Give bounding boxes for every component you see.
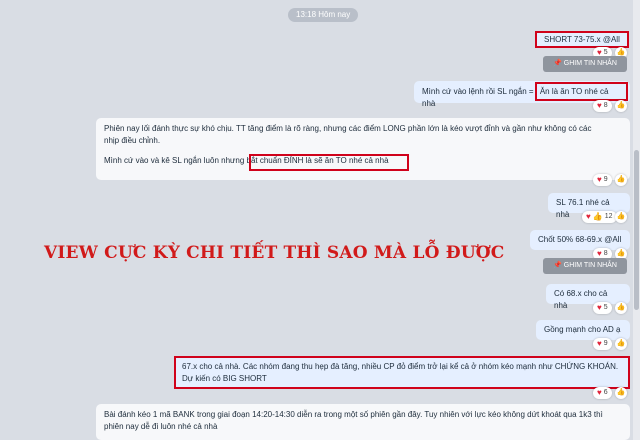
reaction-badge[interactable]: ♥ 8 xyxy=(593,100,612,112)
message-text: Bài đánh kéo 1 mã BANK trong giai đoạn 1… xyxy=(104,410,603,419)
overlay-caption: VIEW CỰC KỲ CHI TIẾT THÌ SAO MÀ LỖ ĐƯỢC xyxy=(44,243,505,263)
thumbs-up-icon: 👍 xyxy=(592,212,603,221)
like-icon[interactable]: 👍 xyxy=(615,174,627,186)
heart-icon: ♥ xyxy=(597,101,602,110)
message-bank[interactable]: Bài đánh kéo 1 mã BANK trong giai đoạn 1… xyxy=(96,404,630,440)
highlight-box xyxy=(535,82,628,101)
message-gong[interactable]: Gồng mạnh cho AD ạ xyxy=(536,320,630,340)
message-text: phiên nay dễ đi luôn nhé cả nhà xyxy=(104,422,218,431)
like-icon[interactable]: 👍 xyxy=(615,387,627,399)
heart-icon: ♥ xyxy=(597,339,602,348)
highlight-box xyxy=(174,356,630,389)
reaction-badge[interactable]: ♥ 9 xyxy=(593,174,612,186)
like-icon[interactable]: 👍 xyxy=(615,302,627,314)
reaction-badge[interactable]: ♥ 5 xyxy=(593,302,612,314)
heart-icon: ♥ xyxy=(597,303,602,312)
pin-icon: 📌 xyxy=(553,262,562,269)
message-co68[interactable]: Có 68.x cho cả nhà xyxy=(546,284,630,310)
like-icon[interactable]: 👍 xyxy=(615,100,627,112)
highlight-box xyxy=(249,154,409,171)
reaction-badge[interactable]: ♥ 👍 12 xyxy=(582,211,617,223)
message-text: Mình cứ vào lệnh rồi SL ngắn = xyxy=(422,87,534,96)
like-icon[interactable]: 👍 xyxy=(615,338,627,350)
pin-message-button[interactable]: 📌 GHIM TIN NHẮN xyxy=(543,258,627,274)
scrollbar-thumb[interactable] xyxy=(634,150,639,310)
scrollbar[interactable] xyxy=(633,0,640,440)
message-text: nhịp điều chỉnh. xyxy=(104,136,161,145)
message-chot[interactable]: Chốt 50% 68-69.x @All xyxy=(530,230,630,250)
like-icon[interactable]: 👍 xyxy=(615,211,627,223)
reaction-badge[interactable]: ♥ 9 xyxy=(593,338,612,350)
highlight-box xyxy=(535,31,629,48)
heart-icon: ♥ xyxy=(586,212,591,221)
pin-message-button[interactable]: 📌 GHIM TIN NHẮN xyxy=(543,56,627,72)
message-text: Phiên nay lối đánh thực sự khó chịu. TT … xyxy=(104,124,592,133)
time-divider: 13:18 Hôm nay xyxy=(288,8,359,22)
pin-icon: 📌 xyxy=(553,60,562,67)
reaction-badge[interactable]: ♥ 6 xyxy=(593,387,612,399)
heart-icon: ♥ xyxy=(597,388,602,397)
heart-icon: ♥ xyxy=(597,175,602,184)
message-sl[interactable]: SL 76.1 nhé cả nhà xyxy=(548,193,630,219)
